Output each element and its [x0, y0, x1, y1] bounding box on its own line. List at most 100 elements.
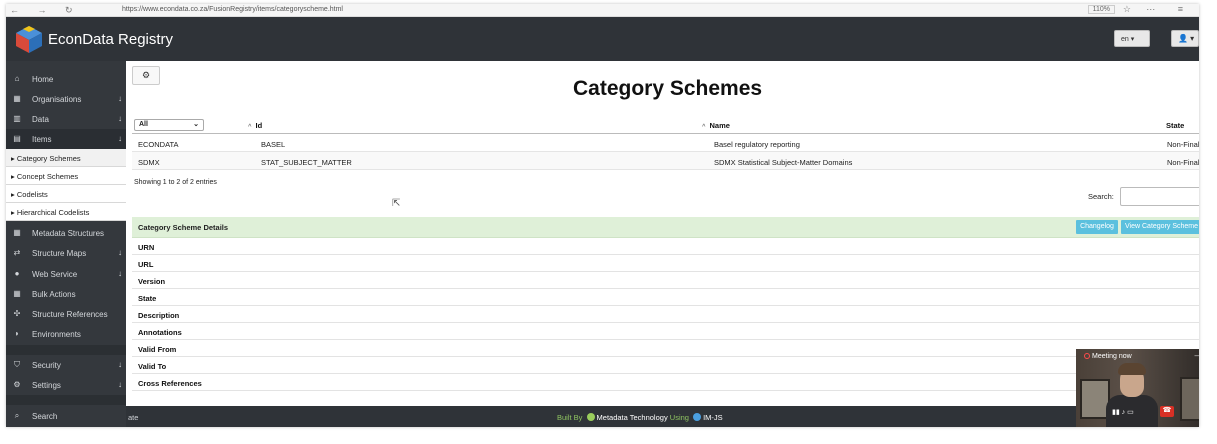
browser-nav-buttons[interactable]: ← → ↻	[10, 5, 81, 16]
cube-logo-icon[interactable]	[14, 24, 44, 54]
sidebar-subitem-concept-schemes[interactable]: ▸ Concept Schemes	[6, 167, 126, 185]
address-bar[interactable]: https://www.econdata.co.za/FusionRegistr…	[122, 6, 343, 13]
search-input[interactable]	[1120, 187, 1199, 206]
sort-icon: ^	[248, 124, 252, 130]
sidebar-subitem-label: Concept Schemes	[16, 172, 79, 181]
sidebar-item-bulk-actions[interactable]: ▦ Bulk Actions	[6, 284, 126, 304]
cell-agency: ECONDATA	[138, 140, 179, 149]
details-header: Category Scheme Details Changelog View C…	[132, 217, 1199, 238]
exchange-icon: ⇄	[13, 248, 21, 257]
expand-arrow-icon: ↓	[118, 94, 122, 103]
sidebar-subitem-label: Codelists	[16, 190, 48, 199]
grid-icon: ▦	[13, 289, 21, 298]
sidebar-item-web-service[interactable]: ● Web Service ↓	[6, 264, 126, 284]
search-icon: ⌕	[14, 411, 20, 420]
table-row[interactable]: SDMX STAT_SUBJECT_MATTER SDMX Statistica…	[132, 152, 1199, 170]
user-icon: 👤 ▾	[1178, 34, 1195, 43]
user-menu-button[interactable]: 👤 ▾	[1171, 30, 1199, 47]
sidebar-item-label: Web Service	[32, 270, 78, 279]
video-call-overlay[interactable]: Meeting now – ▮▮ ♪ ▭ ☎	[1076, 349, 1199, 427]
language-dropdown[interactable]: en ▾	[1114, 30, 1150, 47]
sidebar: ⌂ Home ▦ Organisations ↓ ▥ Data ↓ ▤ Item…	[6, 61, 126, 427]
sidebar-item-search[interactable]: ⌕ Search	[6, 406, 126, 426]
detail-row-urn: URN	[132, 238, 1199, 255]
column-header-state[interactable]: State	[1166, 121, 1184, 130]
cell-id: BASEL	[261, 140, 286, 149]
agency-filter-select[interactable]: All ⌄	[134, 119, 204, 131]
video-person-hair	[1118, 363, 1146, 375]
sidebar-item-label: Security	[32, 361, 61, 370]
view-category-scheme-button[interactable]: View Category Scheme	[1121, 220, 1199, 234]
brand-name[interactable]: EconData Registry	[48, 31, 173, 48]
browser-menu-icon[interactable]: ⋯ ≡	[1146, 4, 1193, 15]
cell-state: Non-Final	[1167, 140, 1199, 149]
sitemap-icon: ✣	[13, 309, 21, 318]
sidebar-item-structure-maps[interactable]: ⇄ Structure Maps ↓	[6, 243, 126, 263]
bar-chart-icon: ▥	[13, 114, 21, 123]
company-link[interactable]: Metadata Technology	[597, 413, 668, 422]
table-row[interactable]: ECONDATA BASEL Basel regulatory reportin…	[132, 134, 1199, 152]
column-header-name[interactable]: ^ Name	[702, 121, 730, 130]
gear-icon: ⚙	[141, 70, 151, 80]
expand-arrow-icon: ↓	[118, 248, 122, 257]
record-icon	[1084, 353, 1090, 359]
sidebar-item-data[interactable]: ▥ Data ↓	[6, 109, 126, 129]
sidebar-item-organisations[interactable]: ▦ Organisations ↓	[6, 89, 126, 109]
expand-arrow-icon: ↓	[118, 114, 122, 123]
bookmark-star-icon[interactable]: ☆	[1123, 4, 1131, 15]
minimize-icon[interactable]: –	[1195, 351, 1199, 360]
page-title: Category Schemes	[573, 77, 763, 100]
detail-row-description: Description	[132, 306, 1199, 323]
sidebar-item-items[interactable]: ▤ Items ↓	[6, 129, 126, 149]
sidebar-item-label: Metadata Structures	[32, 229, 105, 238]
sidebar-item-security[interactable]: ⛉ Security ↓	[6, 355, 126, 375]
library-link[interactable]: IM-JS	[703, 413, 723, 422]
column-header-id[interactable]: ^ Id	[248, 121, 262, 130]
sidebar-item-label: Search	[32, 412, 58, 421]
changelog-button[interactable]: Changelog	[1076, 220, 1118, 234]
sidebar-item-home[interactable]: ⌂ Home	[6, 69, 126, 89]
detail-row-cross-references: Cross References	[132, 374, 1199, 391]
expand-arrow-icon: ↓	[118, 269, 122, 278]
settings-gear-button[interactable]: ⚙	[132, 66, 160, 85]
zoom-level[interactable]: 110%	[1087, 5, 1115, 14]
meeting-status: Meeting now	[1084, 353, 1132, 360]
detail-row-valid-from: Valid From	[132, 340, 1199, 357]
call-controls-icon[interactable]: ▮▮ ♪ ▭	[1112, 408, 1134, 416]
using-label: Using	[669, 413, 689, 422]
caret-right-icon: ▸	[11, 154, 15, 163]
sidebar-subitem-label: Hierarchical Codelists	[16, 208, 90, 217]
expand-arrow-icon: ↓	[118, 360, 122, 369]
detail-row-annotations: Annotations	[132, 323, 1199, 340]
sidebar-item-label: Organisations	[32, 95, 82, 104]
sidebar-subitem-label: Category Schemes	[16, 154, 81, 163]
sidebar-item-settings[interactable]: ⚙ Settings ↓	[6, 375, 126, 395]
sidebar-item-structure-references[interactable]: ✣ Structure References	[6, 304, 126, 324]
sidebar-subitem-codelists[interactable]: ▸ Codelists	[6, 185, 126, 203]
sidebar-item-label: Bulk Actions	[32, 290, 76, 299]
cell-agency: SDMX	[138, 158, 160, 167]
cell-id: STAT_SUBJECT_MATTER	[261, 158, 352, 167]
app-header: EconData Registry en ▾ 👤 ▾	[6, 17, 1199, 61]
sidebar-item-label: Home	[32, 75, 54, 84]
grid-icon: ▦	[13, 228, 21, 237]
footer-credits: Built By Metadata Technology Using IM-JS	[557, 413, 723, 422]
detail-row-version: Version	[132, 272, 1199, 289]
caret-right-icon: ▸	[11, 190, 15, 199]
leaf-icon: ◗	[14, 329, 20, 338]
expand-arrow-icon: ↓	[118, 380, 122, 389]
sidebar-item-label: Structure Maps	[32, 249, 87, 258]
metadata-technology-logo-icon	[586, 413, 595, 421]
hang-up-button[interactable]: ☎	[1160, 406, 1174, 417]
chevron-down-icon: ⌄	[193, 121, 199, 128]
sidebar-subitem-hierarchical-codelists[interactable]: ▸ Hierarchical Codelists	[6, 203, 126, 221]
sidebar-item-label: Data	[32, 115, 49, 124]
app-window: ← → ↻ https://www.econdata.co.za/FusionR…	[6, 4, 1199, 427]
filter-selected-value: All	[139, 121, 148, 128]
video-window-shape	[1180, 377, 1199, 421]
detail-row-state: State	[132, 289, 1199, 306]
sidebar-subitem-category-schemes[interactable]: ▸ Category Schemes	[6, 149, 126, 167]
details-title: Category Scheme Details	[138, 223, 229, 232]
sidebar-item-metadata-structures[interactable]: ▦ Metadata Structures	[6, 223, 126, 243]
sidebar-item-environments[interactable]: ◗ Environments	[6, 324, 126, 344]
